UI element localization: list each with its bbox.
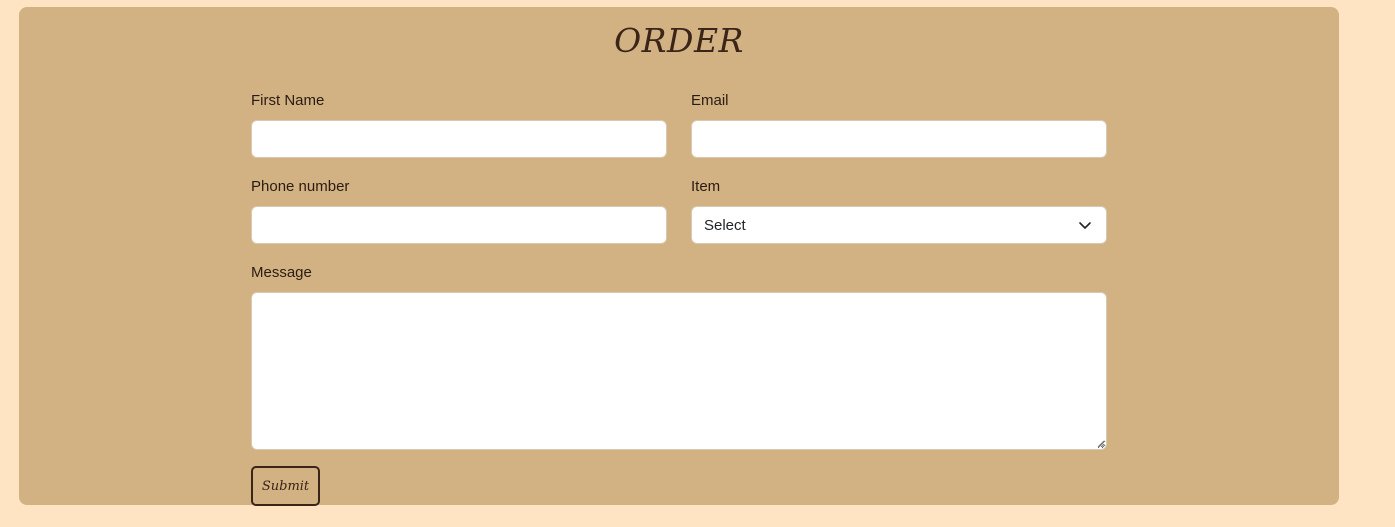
form-title: ORDER	[614, 21, 744, 60]
order-form-card: ORDER First Name Email Phone number Item…	[19, 7, 1339, 506]
resize-handle-icon[interactable]	[1097, 440, 1105, 448]
submit-button[interactable]: Submit	[251, 466, 320, 506]
item-select-value: Select	[704, 216, 746, 234]
email-input[interactable]	[691, 120, 1107, 158]
phone-label: Phone number	[251, 178, 350, 195]
item-select[interactable]: Select	[691, 206, 1107, 244]
first-name-input[interactable]	[251, 120, 667, 158]
phone-input[interactable]	[251, 206, 667, 244]
message-label: Message	[251, 264, 312, 281]
item-label: Item	[691, 178, 721, 195]
message-textarea[interactable]	[251, 292, 1107, 450]
chevron-down-icon	[1079, 222, 1091, 229]
first-name-label: First Name	[251, 92, 325, 109]
message-wrapper	[251, 292, 1107, 450]
email-label: Email	[691, 92, 729, 109]
